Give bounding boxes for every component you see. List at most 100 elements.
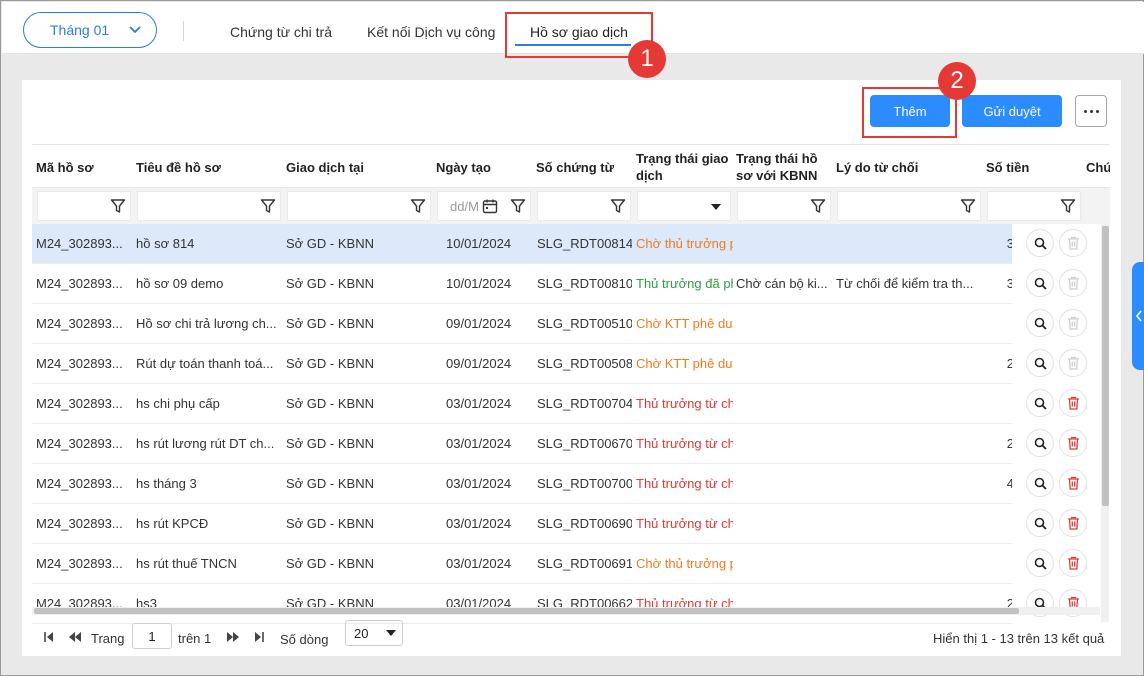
table-row[interactable]: M24_302893... hs chi phụ cấp Sở GD - KBNN 0… xyxy=(32,384,1110,424)
table-row[interactable]: M24_302893... Hồ sơ chi trả lương ch... Sở… xyxy=(32,304,1110,344)
table-row[interactable]: M24_302893... hs rút lương rút DT ch... Sở… xyxy=(32,424,1110,464)
table-row[interactable]: M24_302893... hs rút thuế TNCN Sở GD - KBN… xyxy=(32,544,1110,584)
trash-icon xyxy=(1067,236,1079,250)
table-row[interactable]: M24_302893... hs rút KPCĐ Sở GD - KBNN 03/0… xyxy=(32,504,1110,544)
filter-icon[interactable] xyxy=(110,198,126,214)
column-header-amount[interactable]: Số tiền xyxy=(986,149,1081,185)
filter-icon[interactable] xyxy=(1060,198,1076,214)
rows-per-page-select[interactable]: 20 xyxy=(345,620,403,646)
view-button[interactable] xyxy=(1026,509,1054,537)
cell-voucher-no: SLG_RDT00662 xyxy=(537,596,632,611)
cell-kbnn-status xyxy=(736,384,832,424)
filter-voucher-no[interactable] xyxy=(537,191,631,221)
view-button[interactable] xyxy=(1026,469,1054,497)
column-header-voucher-no[interactable]: Số chứng từ xyxy=(536,149,631,185)
calendar-icon[interactable] xyxy=(482,198,498,214)
table-header: Mã hồ sơ Tiêu đề hồ sơ Giao dịch tại Ngà… xyxy=(32,144,1110,188)
filter-code[interactable] xyxy=(37,191,131,221)
month-select[interactable]: Tháng 01 xyxy=(23,12,157,48)
filter-icon[interactable] xyxy=(510,198,526,214)
delete-button[interactable] xyxy=(1059,429,1087,457)
cell-kbnn-status xyxy=(736,224,832,264)
table-row[interactable]: M24_302893... hs3 Sở GD - KBNN 03/01/2024 SL… xyxy=(32,584,1110,624)
filter-icon[interactable] xyxy=(410,198,426,214)
filter-amount[interactable] xyxy=(987,191,1081,221)
page-number-input[interactable]: 1 xyxy=(132,623,172,649)
filter-transaction-status-select[interactable] xyxy=(637,191,731,221)
column-header-title[interactable]: Tiêu đề hồ sơ xyxy=(136,149,281,185)
chevron-down-icon xyxy=(129,26,141,34)
filter-title[interactable] xyxy=(137,191,281,221)
trash-icon xyxy=(1067,436,1079,450)
filter-reject-reason[interactable] xyxy=(837,191,981,221)
column-header-code[interactable]: Mã hồ sơ xyxy=(36,149,131,185)
cell-title: hồ sơ 09 demo xyxy=(136,276,224,291)
cell-transaction-status: Thủ trưởng từ ch xyxy=(636,516,733,531)
column-header-kbnn-status[interactable]: Trạng thái hồ sơ với KBNN xyxy=(736,149,831,185)
tab-payment-vouchers[interactable]: Chứng từ chi trả xyxy=(230,24,332,40)
cell-title: Hồ sơ chi trả lương ch... xyxy=(136,316,277,331)
more-dot-icon xyxy=(1095,109,1099,113)
cell-title: hs rút thuế TNCN xyxy=(136,556,237,571)
delete-button[interactable] xyxy=(1059,509,1087,537)
cell-kbnn-status xyxy=(736,544,832,584)
vertical-scrollbar-thumb[interactable] xyxy=(1102,226,1109,506)
step-badge-1: 1 xyxy=(628,40,666,78)
cell-kbnn-status xyxy=(736,504,832,544)
table-row[interactable]: M24_302893... Rút dự toán thanh toá... Sở … xyxy=(32,344,1110,384)
filter-kbnn-status[interactable] xyxy=(737,191,831,221)
rows-per-page-label: Số dòng xyxy=(280,632,329,647)
column-header-location[interactable]: Giao dịch tại xyxy=(286,149,431,185)
cell-created-date: 03/01/2024 xyxy=(446,556,512,571)
last-page-icon[interactable] xyxy=(252,630,266,644)
page-label: Trang xyxy=(91,631,125,646)
filter-created-date[interactable]: dd/M xyxy=(437,191,531,221)
previous-page-icon[interactable] xyxy=(68,630,82,644)
column-header-created-date[interactable]: Ngày tạo xyxy=(436,149,531,185)
cell-code: M24_302893... xyxy=(36,396,123,411)
cell-voucher-no: SLG_RDT00691 xyxy=(537,556,632,571)
view-button[interactable] xyxy=(1026,389,1054,417)
delete-button xyxy=(1059,349,1087,377)
tab-public-service-connection[interactable]: Kết nối Dịch vụ công xyxy=(367,24,495,40)
cell-title: hs rút lương rút DT ch... xyxy=(136,436,275,451)
submit-approval-button[interactable]: Gửi duyệt xyxy=(962,95,1062,127)
more-options-button[interactable] xyxy=(1075,95,1107,127)
view-button[interactable] xyxy=(1026,229,1054,257)
records-table: Mã hồ sơ Tiêu đề hồ sơ Giao dịch tại Ngà… xyxy=(32,144,1110,624)
cell-location: Sở GD - KBNN xyxy=(286,316,374,331)
cell-voucher-no: SLG_RDT00810 xyxy=(537,276,632,291)
column-header-function[interactable]: Chức xyxy=(1086,149,1110,185)
table-row[interactable]: M24_302893... hồ sơ 814 Sở GD - KBNN 10/01/… xyxy=(32,224,1110,264)
table-row[interactable]: M24_302893... hồ sơ 09 demo Sở GD - KBNN 10… xyxy=(32,264,1110,304)
pagination: Trang 1 trên 1 Số dòng 20 Hiển thị 1 - 1… xyxy=(22,620,1121,656)
view-button[interactable] xyxy=(1026,269,1054,297)
view-button[interactable] xyxy=(1026,309,1054,337)
column-header-reject-reason[interactable]: Lý do từ chối xyxy=(836,149,981,185)
view-button[interactable] xyxy=(1026,429,1054,457)
table-row[interactable]: M24_302893... hs tháng 3 Sở GD - KBNN 03/01… xyxy=(32,464,1110,504)
cell-code: M24_302893... xyxy=(36,596,123,611)
delete-button[interactable] xyxy=(1059,549,1087,577)
delete-button[interactable] xyxy=(1059,469,1087,497)
horizontal-scrollbar-thumb[interactable] xyxy=(34,608,1019,614)
cell-kbnn-status xyxy=(736,344,832,384)
column-header-transaction-status[interactable]: Trạng thái giao dịch xyxy=(636,149,731,185)
cell-code: M24_302893... xyxy=(36,556,123,571)
filter-icon[interactable] xyxy=(960,198,976,214)
next-page-icon[interactable] xyxy=(226,630,240,644)
cell-kbnn-status xyxy=(736,584,832,624)
search-icon xyxy=(1034,397,1047,410)
delete-button[interactable] xyxy=(1059,389,1087,417)
cell-transaction-status: Thủ trưởng từ ch xyxy=(636,596,733,611)
view-button[interactable] xyxy=(1026,549,1054,577)
filter-icon[interactable] xyxy=(810,198,826,214)
filter-icon[interactable] xyxy=(260,198,276,214)
side-panel-toggle[interactable] xyxy=(1132,262,1144,370)
cell-reject-reason xyxy=(836,384,976,424)
first-page-icon[interactable] xyxy=(42,630,56,644)
filter-location[interactable] xyxy=(287,191,431,221)
view-button[interactable] xyxy=(1026,349,1054,377)
filter-icon[interactable] xyxy=(610,198,626,214)
results-summary: Hiển thị 1 - 13 trên 13 kết quả xyxy=(933,631,1105,646)
